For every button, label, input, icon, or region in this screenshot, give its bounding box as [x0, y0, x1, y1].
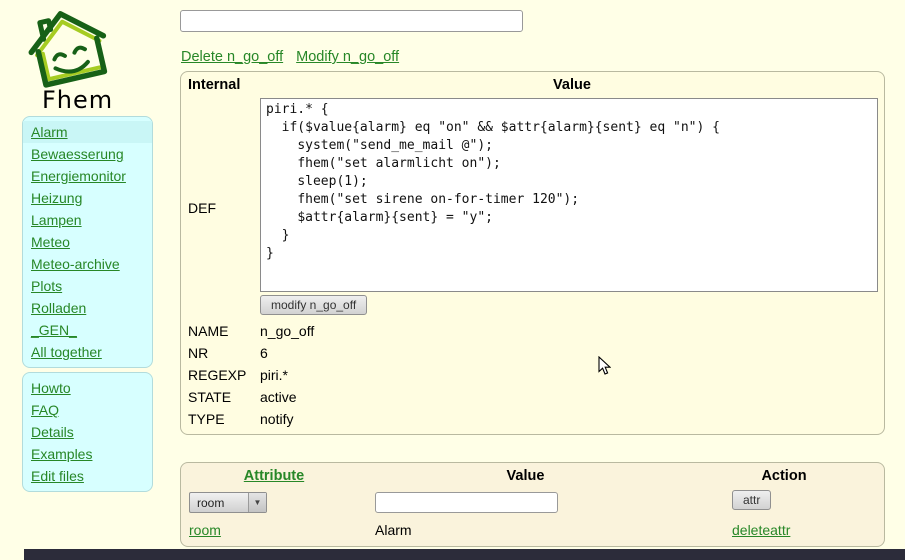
sidebar-item-gen[interactable]: _GEN_ — [23, 319, 152, 341]
fhem-house-icon — [14, 4, 122, 90]
def-row: DEF piri.* { if($value{alarm} eq "on" &&… — [181, 96, 884, 320]
table-row: NR 6 — [181, 342, 884, 364]
column-header-internal: Internal — [181, 77, 260, 93]
column-header-value: Value — [260, 77, 884, 93]
attribute-value: Alarm — [367, 518, 684, 542]
sidebar-item-howto[interactable]: Howto — [23, 377, 152, 399]
sidebar-item-meteo-archive[interactable]: Meteo-archive — [23, 253, 152, 275]
attribute-table-header: Attribute Value Action — [181, 463, 884, 488]
sidebar-item-plots[interactable]: Plots — [23, 275, 152, 297]
internal-value: n_go_off — [260, 320, 884, 342]
internal-value: active — [260, 386, 884, 408]
attribute-select-value: room — [190, 493, 248, 512]
sidebar-item-details[interactable]: Details — [23, 421, 152, 443]
attribute-select[interactable]: room ▼ — [189, 492, 267, 513]
sidebar-item-bewaesserung[interactable]: Bewaesserung — [23, 143, 152, 165]
room-menu: Alarm Bewaesserung Energiemonitor Heizun… — [22, 116, 153, 368]
attribute-box: Attribute Value Action room ▼ attr room … — [180, 462, 885, 547]
modify-device-button[interactable]: modify n_go_off — [260, 295, 367, 315]
internal-key: TYPE — [181, 408, 260, 430]
attribute-header-link[interactable]: Attribute — [244, 468, 304, 484]
attribute-value-input[interactable] — [375, 492, 558, 513]
sidebar-item-edit-files[interactable]: Edit files — [23, 465, 152, 487]
attr-button[interactable]: attr — [732, 490, 771, 510]
detail-table-header: Internal Value — [181, 72, 884, 96]
internal-value: notify — [260, 408, 884, 430]
internal-value: piri.* — [260, 364, 884, 386]
logo-text: Fhem — [42, 86, 113, 114]
sidebar-item-rolladen[interactable]: Rolladen — [23, 297, 152, 319]
column-header-action: Action — [684, 468, 884, 484]
internal-key: STATE — [181, 386, 260, 408]
table-row: TYPE notify — [181, 408, 884, 430]
bottom-bar — [24, 549, 905, 560]
device-detail-box: Internal Value DEF piri.* { if($value{al… — [180, 71, 885, 435]
internal-key: NR — [181, 342, 260, 364]
internal-value: 6 — [260, 342, 884, 364]
modify-device-link[interactable]: Modify n_go_off — [296, 49, 399, 65]
sidebar-item-meteo[interactable]: Meteo — [23, 231, 152, 253]
attribute-form-row: room ▼ attr — [181, 488, 884, 518]
def-code-textarea[interactable]: piri.* { if($value{alarm} eq "on" && $at… — [260, 98, 878, 292]
sidebar-item-examples[interactable]: Examples — [23, 443, 152, 465]
attribute-row: room Alarm deleteattr — [181, 518, 884, 542]
table-row: NAME n_go_off — [181, 320, 884, 342]
delete-device-link[interactable]: Delete n_go_off — [181, 49, 283, 65]
chevron-down-icon: ▼ — [248, 493, 266, 512]
table-row: STATE active — [181, 386, 884, 408]
internal-key: NAME — [181, 320, 260, 342]
sidebar-item-heizung[interactable]: Heizung — [23, 187, 152, 209]
sidebar-item-faq[interactable]: FAQ — [23, 399, 152, 421]
column-header-attr-value: Value — [367, 468, 684, 484]
command-input[interactable] — [180, 10, 523, 32]
sidebar-item-lampen[interactable]: Lampen — [23, 209, 152, 231]
attribute-name-link[interactable]: room — [189, 522, 221, 538]
fhem-logo[interactable]: Fhem — [14, 4, 164, 93]
internal-key: REGEXP — [181, 364, 260, 386]
help-menu: Howto FAQ Details Examples Edit files — [22, 372, 153, 492]
table-row: REGEXP piri.* — [181, 364, 884, 386]
internal-key-def: DEF — [181, 200, 260, 216]
deleteattr-link[interactable]: deleteattr — [732, 522, 790, 538]
sidebar-item-energiemonitor[interactable]: Energiemonitor — [23, 165, 152, 187]
device-action-links: Delete n_go_off Modify n_go_off — [181, 49, 408, 65]
sidebar-item-all-together[interactable]: All together — [23, 341, 152, 363]
sidebar-item-alarm[interactable]: Alarm — [23, 121, 152, 143]
